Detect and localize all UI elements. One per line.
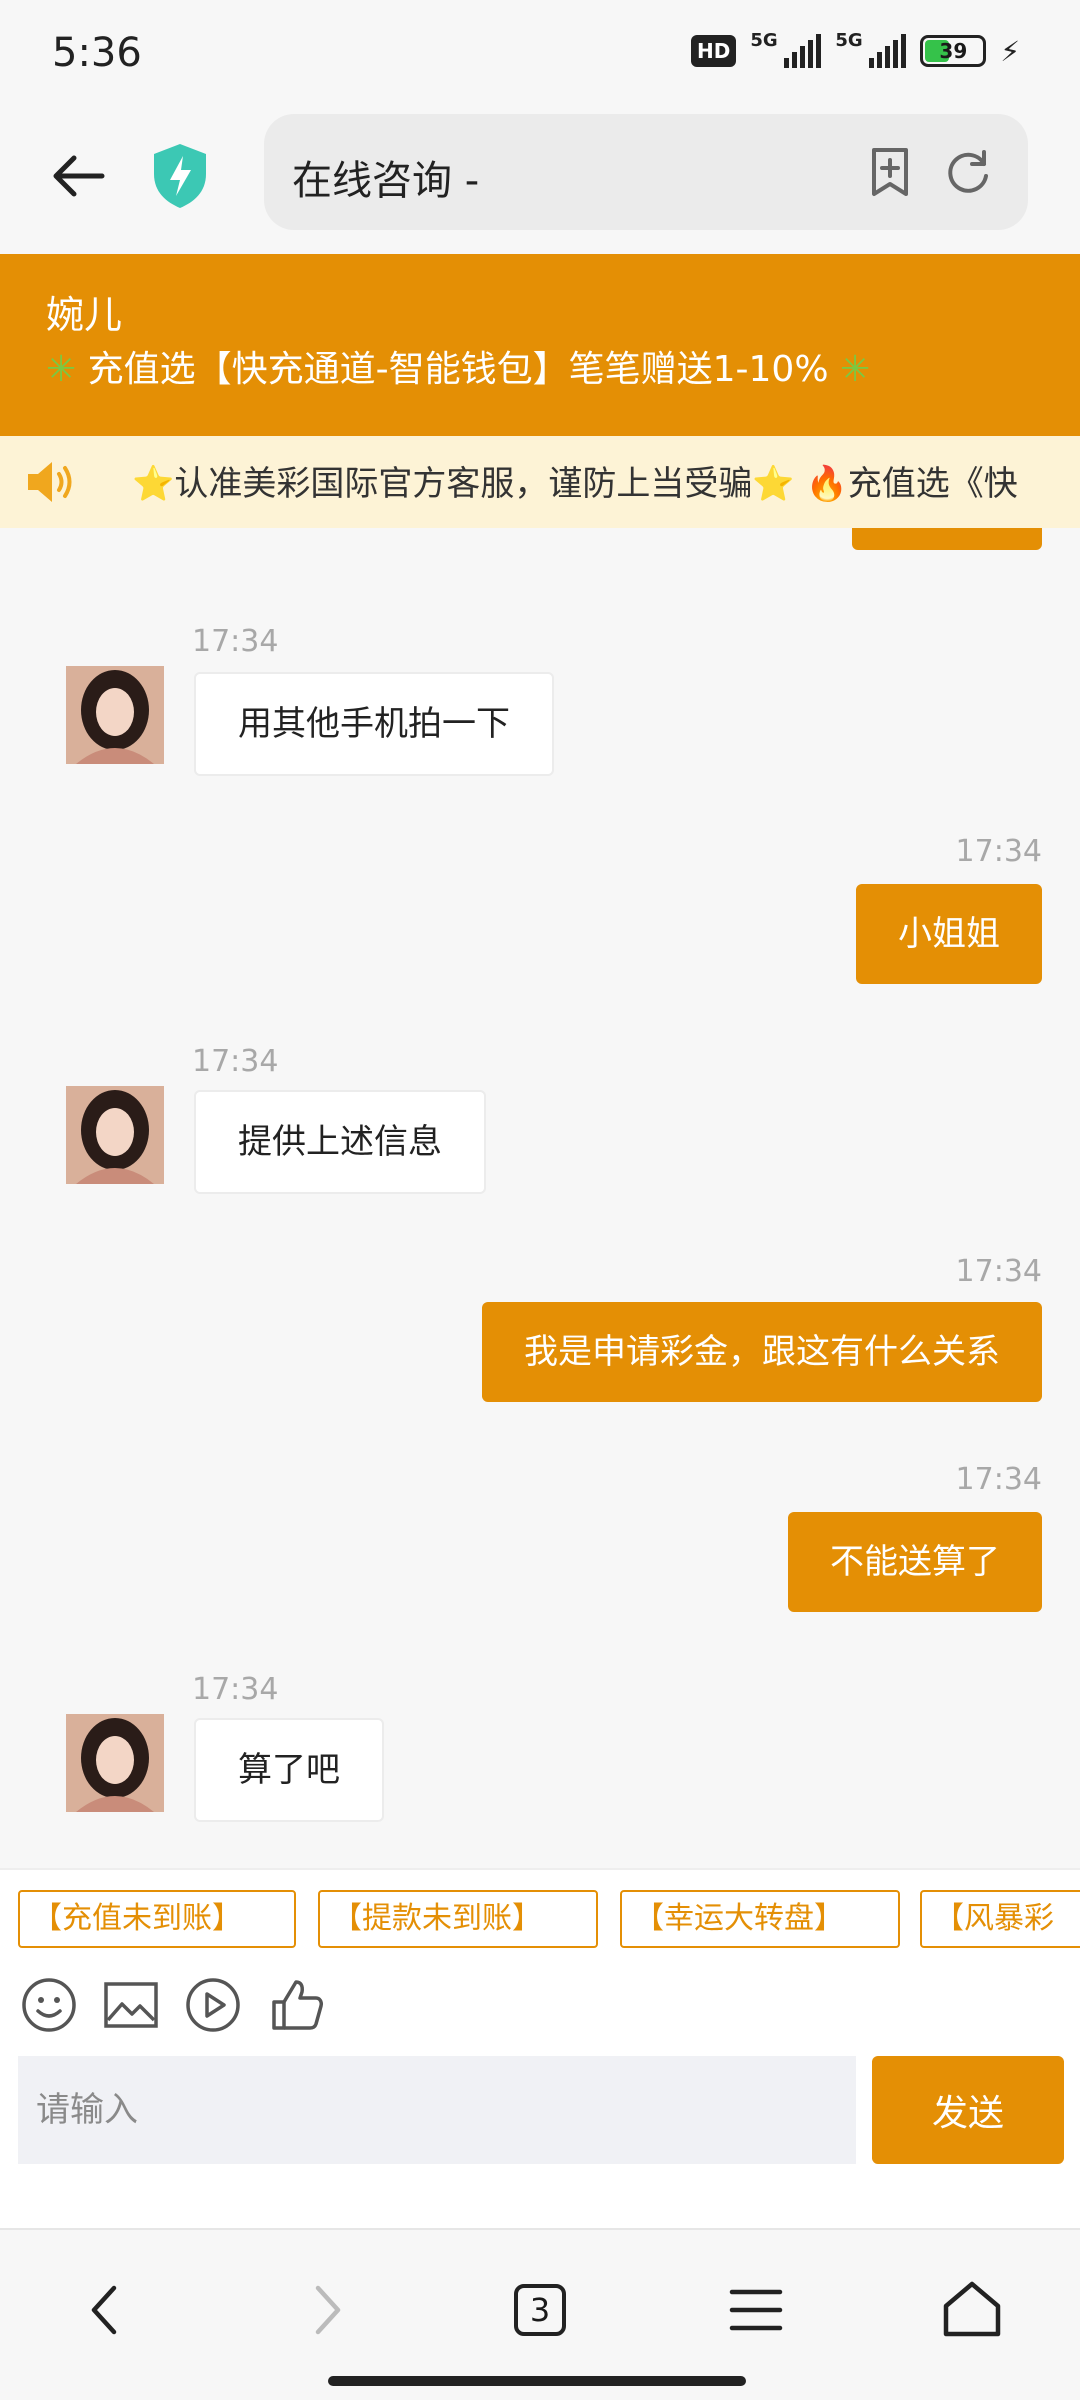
message-time: 17:34 (192, 624, 279, 659)
tab-count: 3 (529, 2291, 551, 2329)
message-time: 17:34 (955, 1462, 1042, 1497)
status-icons: HD 5G 5G 39 ⚡ (690, 30, 1020, 68)
message-time: 17:34 (192, 1672, 279, 1707)
thumbs-up-icon[interactable] (268, 1976, 326, 2034)
message-input[interactable] (18, 2056, 856, 2164)
agent-avatar (66, 1086, 164, 1184)
status-time: 5:36 (52, 30, 142, 76)
charging-icon: ⚡ (1000, 34, 1020, 68)
nav-back-icon[interactable] (70, 2274, 142, 2346)
quick-reply-lucky-wheel[interactable]: 【幸运大转盘】 (620, 1890, 900, 1948)
announcement-marquee: ⭐认准美彩国际官方客服，谨防上当受骗⭐ 🔥充值选《快 (0, 436, 1080, 528)
nav-forward-icon[interactable] (290, 2274, 362, 2346)
message-bubble-incoming: 用其他手机拍一下 (194, 672, 554, 776)
message-time: 17:34 (192, 1044, 279, 1079)
quick-reply-withdraw[interactable]: 【提款未到账】 (318, 1890, 598, 1948)
address-bar[interactable]: 在线咨询 - (264, 114, 1028, 230)
quick-reply-storm[interactable]: 【风暴彩 (920, 1890, 1080, 1948)
star-icon: ✳ (46, 349, 77, 390)
message-time: 17:34 (955, 1254, 1042, 1289)
menu-icon[interactable] (720, 2274, 792, 2346)
agent-avatar (66, 1714, 164, 1812)
image-icon[interactable] (102, 1976, 160, 2034)
composer: 发送 (0, 2056, 1080, 2228)
quick-reply-deposit[interactable]: 【充值未到账】 (18, 1890, 296, 1948)
chat-header: 婉儿 ✳ 充值选【快充通道-智能钱包】笔笔赠送1-10% ✳ (0, 254, 1080, 436)
status-bar: 5:36 HD 5G 5G 39 ⚡ (0, 0, 1080, 110)
message-bubble-incoming: 算了吧 (194, 1718, 384, 1822)
send-button[interactable]: 发送 (872, 2056, 1064, 2164)
signal-icon: 5G (750, 30, 822, 68)
browser-bottom-nav: 3 (0, 2228, 1080, 2400)
star-icon: ✳ (839, 349, 871, 390)
marquee-text: ⭐认准美彩国际官方客服，谨防上当受骗⭐ 🔥充值选《快 (132, 464, 1018, 504)
message-bubble-incoming: 提供上述信息 (194, 1090, 486, 1194)
composer-toolbar (0, 1964, 1080, 2056)
quick-reply-bar: 【充值未到账】 【提款未到账】 【幸运大转盘】 【风暴彩 (0, 1868, 1080, 1964)
promo-banner: ✳ 充值选【快充通道-智能钱包】笔笔赠送1-10% ✳ (46, 340, 870, 392)
reload-icon[interactable] (940, 144, 996, 200)
message-bubble-outgoing: 我是申请彩金，跟这有什么关系 (482, 1302, 1042, 1402)
agent-avatar (66, 666, 164, 764)
tabs-button[interactable]: 3 (504, 2274, 576, 2346)
back-arrow-icon[interactable] (44, 140, 116, 212)
message-list[interactable]: 17:34 用其他手机拍一下 17:34 小姐姐 17:34 提供上述信息 17… (0, 528, 1080, 1868)
message-bubble-outgoing: 不能送算了 (788, 1512, 1042, 1612)
speaker-icon (28, 462, 72, 502)
home-icon[interactable] (936, 2274, 1008, 2346)
add-bookmark-icon[interactable] (862, 144, 918, 200)
page-title: 在线咨询 - (292, 158, 480, 204)
security-shield-icon[interactable] (150, 142, 210, 210)
video-icon[interactable] (184, 1976, 242, 2034)
hd-badge: HD (690, 35, 737, 67)
message-bubble-partial (852, 528, 1042, 550)
message-time: 17:34 (955, 834, 1042, 869)
signal-icon-2: 5G (835, 30, 907, 68)
message-bubble-outgoing: 小姐姐 (856, 884, 1042, 984)
battery-icon: 39 (920, 35, 987, 67)
tabs-icon: 3 (514, 2284, 566, 2336)
home-indicator (328, 2376, 746, 2386)
promo-text: 充值选【快充通道-智能钱包】笔笔赠送1-10% (87, 349, 829, 390)
browser-bar: 在线咨询 - (0, 110, 1080, 254)
agent-name: 婉儿 (46, 293, 123, 337)
emoji-icon[interactable] (20, 1976, 78, 2034)
